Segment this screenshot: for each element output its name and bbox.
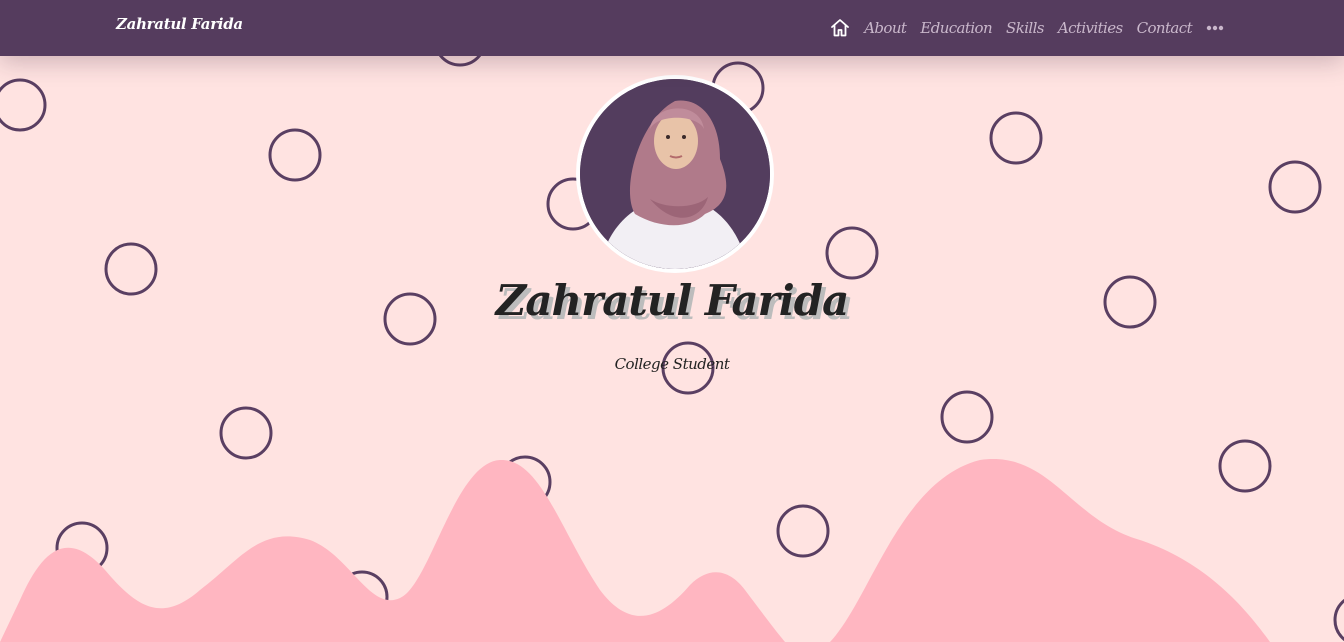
nav-links: About Education Skills Activities Contac… xyxy=(830,0,1224,56)
more-dots-icon[interactable] xyxy=(1206,25,1224,31)
profile-photo xyxy=(576,75,774,273)
hero-subtitle: College Student xyxy=(614,355,730,373)
home-icon[interactable] xyxy=(830,18,850,38)
nav-skills[interactable]: Skills xyxy=(1006,19,1044,37)
nav-education[interactable]: Education xyxy=(920,19,992,37)
nav-activities[interactable]: Activities xyxy=(1058,19,1123,37)
hill-left xyxy=(0,459,785,642)
nav-about[interactable]: About xyxy=(864,19,907,37)
brand-link[interactable]: Zahratul Farida xyxy=(116,15,243,33)
hero-name: Zahratul Farida xyxy=(495,276,850,325)
top-navbar: Zahratul Farida About Education Skills A… xyxy=(0,0,1344,56)
hill-right xyxy=(830,459,1270,642)
nav-contact[interactable]: Contact xyxy=(1137,19,1193,37)
